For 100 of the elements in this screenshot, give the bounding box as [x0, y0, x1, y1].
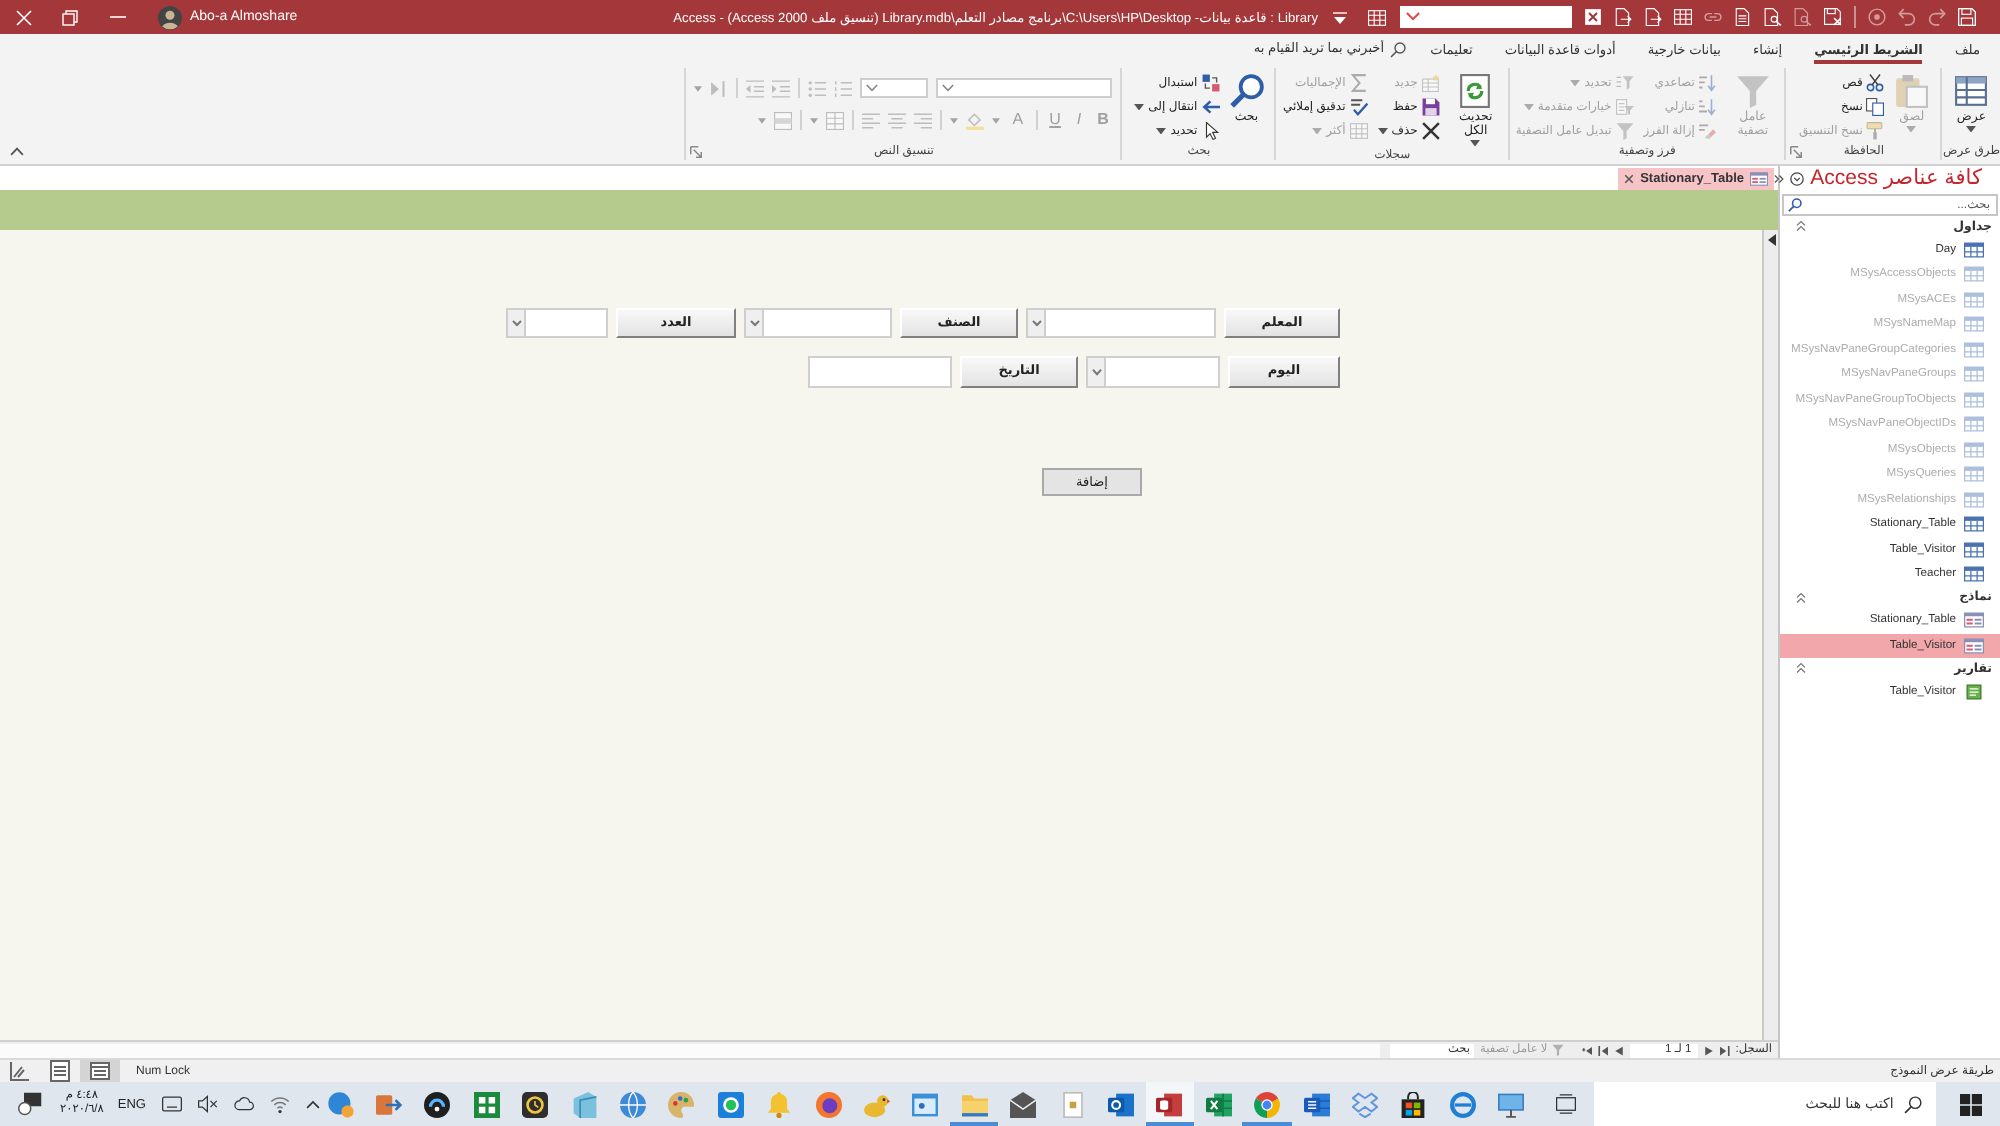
gridlines-icon[interactable] — [826, 111, 845, 129]
triangle-bar-icon[interactable] — [1597, 1045, 1608, 1055]
caret-icon[interactable] — [992, 117, 1001, 123]
bag-icon — [1400, 1091, 1427, 1117]
notification-icon[interactable] — [18, 1092, 42, 1116]
sort-ascending-icon — [1698, 74, 1717, 92]
keyboard-icon[interactable] — [162, 1094, 182, 1114]
mute-icon[interactable] — [198, 1094, 218, 1114]
note-icon — [1059, 1091, 1086, 1117]
taskbar-button[interactable] — [1145, 1082, 1195, 1126]
undo-icon[interactable] — [1898, 8, 1916, 26]
document-search-icon[interactable] — [1794, 8, 1812, 26]
table-icon — [1964, 416, 1984, 433]
close-box-icon[interactable] — [1584, 8, 1602, 26]
redo-icon[interactable] — [1928, 8, 1946, 26]
folder-icon — [961, 1091, 988, 1117]
caret-icon — [1377, 127, 1388, 135]
chevron-down-icon[interactable] — [866, 84, 879, 92]
globe-icon — [620, 1091, 647, 1117]
triangle-plus-icon[interactable] — [1581, 1045, 1592, 1055]
chevron-up-icon[interactable] — [306, 1099, 320, 1109]
search-icon[interactable] — [1788, 198, 1802, 212]
view-button[interactable] — [80, 1060, 120, 1082]
double-chevron-up-icon[interactable] — [1796, 220, 1806, 233]
caret-icon — [1312, 127, 1323, 135]
book-icon — [571, 1091, 598, 1117]
double-chevron-icon[interactable] — [1774, 174, 1785, 184]
task-view-icon[interactable] — [1555, 1094, 1576, 1114]
start-icon[interactable] — [1959, 1093, 1982, 1115]
spelling-check-icon — [1349, 98, 1368, 116]
chevron-down-icon[interactable] — [1406, 12, 1420, 22]
caret-icon[interactable] — [758, 117, 767, 123]
table-icon — [1964, 316, 1984, 333]
orb-icon — [815, 1091, 842, 1117]
table-icon — [1964, 566, 1984, 583]
wifi-icon[interactable] — [270, 1094, 290, 1114]
pane-title[interactable]: كافة عناصر Access — [1810, 166, 1982, 192]
restore-icon[interactable] — [62, 9, 78, 25]
link-icon[interactable] — [1704, 8, 1722, 26]
document-search-icon[interactable] — [1764, 8, 1782, 26]
delete-icon — [1421, 122, 1440, 140]
document-tile-icon — [1303, 1091, 1329, 1117]
document-icon[interactable] — [1734, 8, 1752, 26]
copy-icon — [1866, 98, 1885, 116]
caret-icon[interactable] — [950, 117, 959, 123]
caret-icon — [1134, 103, 1145, 111]
search-icon — [1390, 41, 1407, 57]
window-icon — [912, 1091, 939, 1117]
customize-icon[interactable] — [1332, 11, 1348, 23]
font-name-field[interactable] — [936, 78, 1113, 98]
avatar-icon[interactable] — [158, 5, 182, 29]
text-field[interactable] — [808, 356, 952, 388]
close-icon[interactable] — [1624, 174, 1634, 184]
chevron-up-icon[interactable] — [10, 146, 24, 156]
scissors-icon — [1866, 74, 1885, 92]
document-arrow-icon[interactable] — [1614, 8, 1632, 26]
sum-icon — [1349, 74, 1368, 92]
double-chevron-up-icon[interactable] — [1796, 662, 1806, 675]
bell-icon — [766, 1091, 793, 1117]
table-icon — [1964, 266, 1984, 283]
left-arrow-icon — [1201, 98, 1220, 116]
document-arrow-icon[interactable] — [1644, 8, 1662, 26]
table-icon — [1349, 122, 1368, 140]
table-icon — [1964, 466, 1984, 483]
chat-tile-icon — [717, 1091, 744, 1117]
dial-icon[interactable] — [1868, 8, 1886, 26]
caret-icon — [1523, 103, 1534, 111]
cloud-icon[interactable] — [234, 1094, 254, 1114]
triangle-icon[interactable] — [1613, 1045, 1624, 1055]
brush-icon — [1866, 122, 1885, 140]
alternate-rows-icon[interactable] — [774, 111, 793, 129]
sort-clear-icon — [1698, 122, 1717, 140]
triangle-icon[interactable] — [1703, 1045, 1714, 1055]
box-arrow-icon — [376, 1091, 403, 1117]
table-icon — [1964, 241, 1984, 258]
funnel-icon — [1735, 74, 1770, 108]
segmented-circle-icon — [1254, 1091, 1281, 1117]
dialog-launcher-icon[interactable] — [690, 146, 703, 158]
search-icon — [1229, 74, 1264, 108]
save-icon[interactable] — [1958, 8, 1976, 26]
database-tile-icon — [1156, 1091, 1183, 1117]
form-icon — [1750, 172, 1768, 186]
double-chevron-up-icon[interactable] — [1796, 591, 1806, 604]
circle-chevron-icon[interactable] — [1790, 172, 1805, 186]
dialog-launcher-icon[interactable] — [1790, 146, 1803, 158]
font-size-field[interactable] — [860, 78, 929, 98]
funnel-icon — [1615, 122, 1634, 140]
caret-icon[interactable] — [694, 85, 703, 91]
clipboard-icon — [1894, 74, 1929, 108]
chevron-down-icon[interactable] — [942, 84, 955, 92]
circle-badge-icon — [327, 1091, 354, 1117]
ring-tile-icon — [1107, 1091, 1134, 1117]
table-icon[interactable] — [1368, 9, 1386, 25]
caret-icon[interactable] — [810, 117, 819, 123]
table-icon[interactable] — [1674, 8, 1692, 26]
floppy-x-icon[interactable] — [1824, 8, 1842, 26]
triangle-bar-icon[interactable] — [1719, 1045, 1730, 1055]
form-icon — [1964, 637, 1984, 654]
sheet-tile-icon — [1205, 1091, 1232, 1117]
horizontal-scrollbar[interactable] — [0, 1043, 1381, 1057]
